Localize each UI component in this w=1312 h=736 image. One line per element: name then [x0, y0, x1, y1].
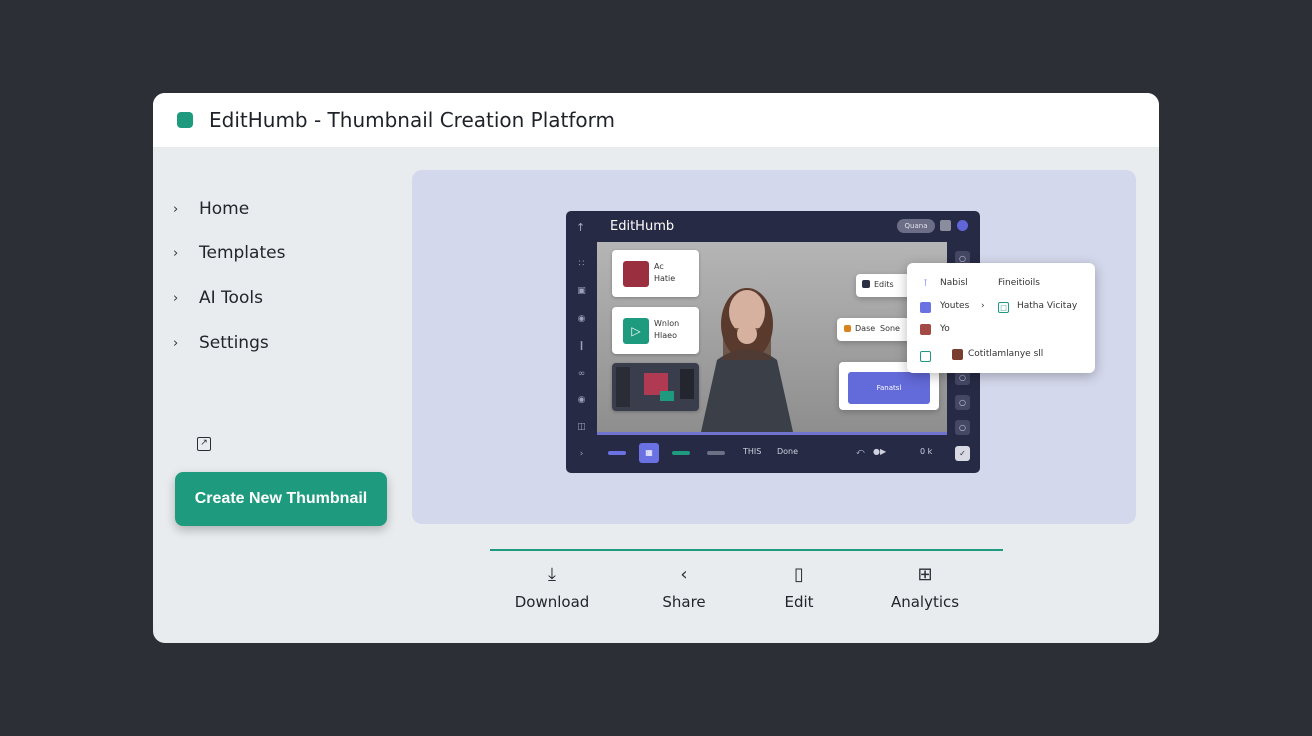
timeline-marker[interactable]	[672, 451, 690, 455]
bottom-label: Done	[777, 447, 799, 456]
play-icon: ▷	[623, 318, 649, 344]
analytics-action[interactable]: ⊞ Analytics	[880, 563, 970, 611]
timeline-marker[interactable]	[707, 451, 725, 455]
title-bar: EditHumb - Thumbnail Creation Platform	[153, 93, 1159, 147]
context-menu: ⊺ Nabisl Fineitioils Youtes › □ Hatha Vi…	[907, 263, 1095, 373]
share-icon: ‹	[680, 564, 688, 585]
arrow-up-icon[interactable]: ↑	[576, 221, 585, 234]
photo-icon	[952, 349, 963, 360]
image-icon[interactable]: ▣	[575, 286, 588, 296]
card-label: Wnlon Hlaeo	[654, 319, 680, 340]
square-icon[interactable]	[940, 220, 951, 231]
sidebar-item-label: Templates	[199, 243, 286, 263]
menu-item[interactable]: Fineitioils	[998, 278, 1040, 288]
sidebar-item-label: Settings	[199, 333, 269, 353]
template-card[interactable]: ▷ Wnlon Hlaeo	[612, 307, 699, 354]
editor-title: EditHumb	[610, 219, 675, 234]
chevron-right-icon: ›	[173, 290, 179, 306]
apply-button[interactable]: Fanatsl	[848, 372, 930, 404]
timeline-progress[interactable]	[597, 432, 947, 435]
panel-icon	[920, 351, 931, 362]
template-card[interactable]: Ac Hatie	[612, 250, 699, 297]
download-action[interactable]: ⤓ Download	[512, 563, 592, 611]
sidebar-item-ai-tools[interactable]: › AI Tools	[173, 288, 263, 308]
layers-icon[interactable]: ◫	[575, 422, 588, 432]
mask-icon[interactable]: ◉	[575, 314, 588, 324]
editor-bottom-bar: ▦ THIS Done ⤺ ●▶ 0 k	[566, 443, 980, 473]
layers-icon	[862, 280, 870, 288]
menu-item[interactable]: Hatha Vicitay	[1017, 301, 1077, 311]
sidebar-item-settings[interactable]: › Settings	[173, 333, 269, 353]
edits-popup[interactable]: Edits	[856, 274, 914, 297]
bottom-label: THIS	[743, 447, 762, 456]
chevron-right-icon: ›	[173, 245, 179, 261]
x-icon: ⊺	[923, 279, 928, 289]
template-thumb-icon	[623, 261, 649, 287]
photo-icon	[920, 324, 931, 335]
tool-icon[interactable]: ○	[955, 395, 970, 410]
frame-icon: □	[998, 302, 1009, 313]
menu-item[interactable]: Cotitlamlanye sll	[968, 349, 1043, 359]
edit-icon: ▯	[794, 564, 804, 585]
action-divider	[490, 549, 1003, 551]
app-window: EditHumb - Thumbnail Creation Platform ›…	[153, 93, 1159, 643]
media-preview-image	[616, 367, 694, 407]
sidebar-item-label: AI Tools	[199, 288, 263, 308]
analytics-icon: ⊞	[917, 564, 933, 585]
layout-icon[interactable]: ▦	[639, 443, 659, 463]
toggle-icon[interactable]	[957, 220, 968, 231]
menu-item[interactable]: Yo	[940, 324, 950, 334]
create-new-thumbnail-button[interactable]: Create New Thumbnail	[175, 472, 387, 526]
app-logo-icon	[177, 112, 193, 128]
timeline-marker[interactable]	[608, 451, 626, 455]
window-title: EditHumb - Thumbnail Creation Platform	[209, 108, 616, 132]
bottom-label: 0 k	[920, 447, 933, 456]
chevron-right-icon: ›	[981, 301, 985, 311]
chevron-right-icon: ›	[173, 335, 179, 351]
download-icon: ⤓	[548, 564, 556, 585]
image-icon	[920, 302, 931, 313]
pencil-square-icon[interactable]: ↗	[197, 437, 211, 451]
dots-icon[interactable]: ∷	[575, 259, 588, 269]
tool-icon[interactable]: ○	[955, 420, 970, 435]
share-action[interactable]: ‹ Share	[644, 563, 724, 611]
menu-item[interactable]: Youtes	[940, 301, 969, 311]
brush-icon[interactable]: ◉	[575, 395, 588, 405]
media-thumbnail[interactable]	[612, 363, 699, 411]
sidebar-item-templates[interactable]: › Templates	[173, 243, 285, 263]
link-icon[interactable]: ∞	[575, 369, 588, 379]
undo-icon[interactable]: ⤺	[856, 447, 865, 457]
sidebar-item-home[interactable]: › Home	[173, 199, 249, 219]
edit-action[interactable]: ▯ Edit	[759, 563, 839, 611]
done-popup[interactable]: Dase Sone	[837, 318, 913, 341]
color-swatch-icon	[844, 325, 851, 332]
bar-icon[interactable]: ❙	[575, 341, 588, 351]
card-label: Ac Hatie	[654, 262, 676, 283]
record-icon[interactable]: ●▶	[873, 447, 886, 456]
menu-item[interactable]: Nabisl	[940, 278, 968, 288]
sidebar-item-label: Home	[199, 199, 250, 219]
chevron-right-icon: ›	[173, 201, 179, 217]
editor-top-pill[interactable]: Quana	[897, 219, 935, 233]
